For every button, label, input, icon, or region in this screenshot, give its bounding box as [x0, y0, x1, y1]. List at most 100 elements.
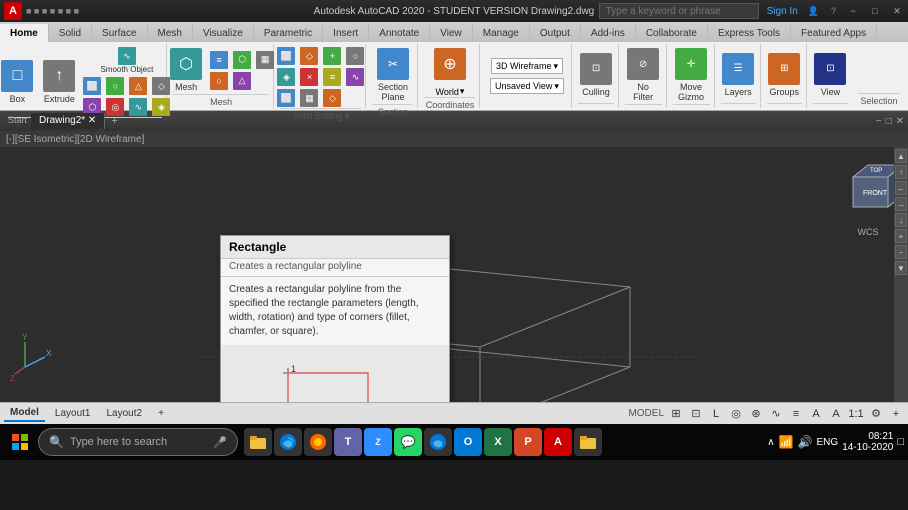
- tab-parametric[interactable]: Parametric: [254, 24, 323, 42]
- se10-btn[interactable]: ▦: [298, 88, 320, 108]
- taskbar-folder2[interactable]: [574, 428, 602, 456]
- sign-in-btn[interactable]: Sign In: [767, 6, 798, 17]
- se4-btn[interactable]: ○: [344, 46, 366, 66]
- mesh4-btn[interactable]: ○: [208, 71, 230, 91]
- start-tab[interactable]: Start: [4, 113, 31, 129]
- se5-btn[interactable]: ◈: [275, 67, 297, 87]
- layout1-tab[interactable]: Layout1: [49, 406, 97, 421]
- mesh3-btn[interactable]: ▦: [254, 50, 276, 70]
- se7-btn[interactable]: ≡: [321, 67, 343, 87]
- tab-home[interactable]: Home: [0, 24, 49, 42]
- maximize-btn[interactable]: □: [868, 4, 882, 18]
- close-btn[interactable]: ✕: [890, 4, 904, 18]
- tab-surface[interactable]: Surface: [92, 24, 147, 42]
- se6-btn[interactable]: ×: [298, 67, 320, 87]
- taskbar-teams[interactable]: T: [334, 428, 362, 456]
- tab-addins[interactable]: Add-ins: [581, 24, 636, 42]
- taskbar-edge2[interactable]: [424, 428, 452, 456]
- taskbar-autocad[interactable]: A: [544, 428, 572, 456]
- drawing-min-btn[interactable]: −: [876, 116, 882, 127]
- tab-collaborate[interactable]: Collaborate: [636, 24, 708, 42]
- zoom-in-btn[interactable]: +: [895, 229, 907, 243]
- viewcube[interactable]: FRONT TOP WCS: [838, 157, 898, 217]
- help-icon[interactable]: ?: [831, 6, 836, 16]
- selection-btn[interactable]: A: [828, 406, 844, 422]
- minimize-btn[interactable]: −: [846, 4, 860, 18]
- taskbar-search-bar[interactable]: 🔍 Type here to search 🎤: [38, 428, 238, 456]
- se3-btn[interactable]: +: [321, 46, 343, 66]
- prim7-btn[interactable]: ∿: [127, 97, 149, 117]
- zoom-out-btn[interactable]: −: [895, 245, 907, 259]
- se2-btn[interactable]: ◇: [298, 46, 320, 66]
- canvas-area[interactable]: X Y Z FRONT TOP WCS ▲ ↑ ← → ↓ + − ▼ Rect…: [0, 147, 908, 402]
- grid-btn[interactable]: ⊞: [668, 406, 684, 422]
- move-gizmo-btn[interactable]: ✛ MoveGizmo: [671, 46, 711, 104]
- mesh2-btn[interactable]: ⬡: [231, 50, 253, 70]
- unsaved-view-dropdown[interactable]: Unsaved View▾: [490, 78, 564, 94]
- tab-insert[interactable]: Insert: [323, 24, 369, 42]
- polar-btn[interactable]: ◎: [728, 406, 744, 422]
- taskbar-ppt[interactable]: P: [514, 428, 542, 456]
- new-tab-btn[interactable]: +: [105, 113, 123, 129]
- taskbar-whatsapp[interactable]: 💬: [394, 428, 422, 456]
- smooth-obj-btn[interactable]: ∿ Smooth Object: [81, 46, 172, 75]
- osnap-btn[interactable]: ⊛: [748, 406, 764, 422]
- layers-btn[interactable]: ☰ Layers: [718, 51, 758, 99]
- mesh-btn[interactable]: ⬡ Mesh: [166, 46, 206, 94]
- tab-visualize[interactable]: Visualize: [193, 24, 254, 42]
- tab-mesh[interactable]: Mesh: [148, 24, 193, 42]
- se11-btn[interactable]: ◇: [321, 88, 343, 108]
- taskbar-firefox[interactable]: [304, 428, 332, 456]
- prim2-btn[interactable]: ○: [104, 76, 126, 96]
- culling-btn[interactable]: ⊡ Culling: [576, 51, 616, 99]
- extrude-btn[interactable]: ↑ Extrude: [39, 58, 79, 106]
- taskbar-excel[interactable]: X: [484, 428, 512, 456]
- box-btn[interactable]: □ Box: [0, 58, 37, 106]
- lineweight-btn[interactable]: ≡: [788, 406, 804, 422]
- drawing-close-btn[interactable]: ✕: [896, 116, 904, 127]
- plus-btn[interactable]: +: [888, 406, 904, 422]
- coords-dropdown[interactable]: ▾: [460, 86, 465, 97]
- app-icon[interactable]: A: [4, 2, 22, 20]
- groups-btn[interactable]: ⊞ Groups: [764, 51, 804, 99]
- pan-down-btn[interactable]: ↓: [895, 213, 907, 227]
- coords-btn[interactable]: ⊕: [430, 46, 470, 84]
- new-layout-btn[interactable]: +: [152, 406, 170, 421]
- taskbar-file-explorer[interactable]: [244, 428, 272, 456]
- 3d-wireframe-dropdown[interactable]: 3D Wireframe▾: [491, 58, 563, 74]
- prim1-btn[interactable]: ⬜: [81, 76, 103, 96]
- se1-btn[interactable]: ⬜: [275, 46, 297, 66]
- snap-btn[interactable]: ⊡: [688, 406, 704, 422]
- tray-arrow[interactable]: ∧: [767, 437, 774, 448]
- mesh5-btn[interactable]: △: [231, 71, 253, 91]
- se8-btn[interactable]: ∿: [344, 67, 366, 87]
- section-btn[interactable]: ✂ SectionPlane: [373, 46, 413, 104]
- tab-view[interactable]: View: [430, 24, 473, 42]
- annotation-scale[interactable]: 1:1: [848, 406, 864, 422]
- pan-right-btn[interactable]: →: [895, 197, 907, 211]
- model-tab[interactable]: Model: [4, 405, 45, 422]
- transparency-btn[interactable]: A: [808, 406, 824, 422]
- view-btn[interactable]: ⊡ View: [810, 51, 850, 99]
- no-filter-btn[interactable]: ⊘ No Filter: [623, 46, 663, 104]
- drawing2-tab[interactable]: Drawing2* ✕: [31, 113, 105, 129]
- tab-solid[interactable]: Solid: [49, 24, 92, 42]
- ortho-btn[interactable]: L: [708, 406, 724, 422]
- otrack-btn[interactable]: ∿: [768, 406, 784, 422]
- taskbar-edge[interactable]: [274, 428, 302, 456]
- tab-express[interactable]: Express Tools: [708, 24, 791, 42]
- drawing-max-btn[interactable]: □: [886, 116, 892, 127]
- scroll-up-btn[interactable]: ▲: [895, 149, 907, 163]
- layout2-tab[interactable]: Layout2: [100, 406, 148, 421]
- tab-manage[interactable]: Manage: [473, 24, 530, 42]
- tab-annotate[interactable]: Annotate: [369, 24, 430, 42]
- keyword-search-input[interactable]: [599, 3, 759, 19]
- tab-output[interactable]: Output: [530, 24, 581, 42]
- taskbar-zoom[interactable]: Z: [364, 428, 392, 456]
- mesh1-btn[interactable]: ≡: [208, 50, 230, 70]
- notification-btn[interactable]: □: [897, 436, 904, 448]
- pan-up-btn[interactable]: ↑: [895, 165, 907, 179]
- settings-btn[interactable]: ⚙: [868, 406, 884, 422]
- taskbar-outlook[interactable]: O: [454, 428, 482, 456]
- prim3-btn[interactable]: △: [127, 76, 149, 96]
